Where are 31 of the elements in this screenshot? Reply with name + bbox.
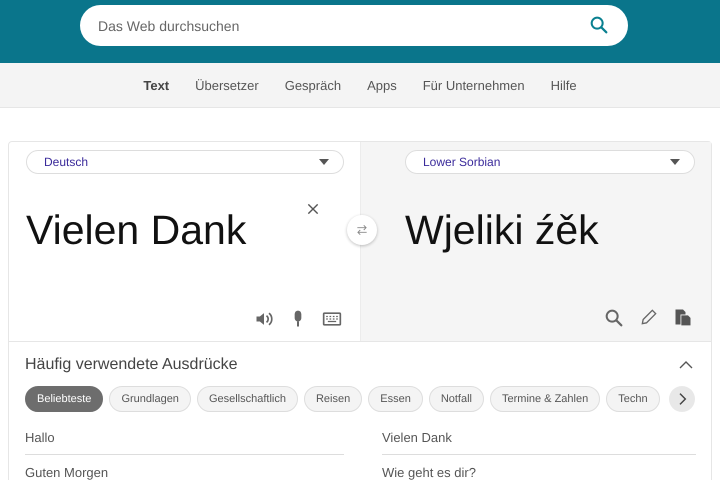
dropdown-caret-icon	[319, 159, 329, 165]
clear-icon[interactable]	[306, 202, 320, 216]
phrase-item[interactable]: Vielen Dank	[382, 420, 696, 455]
category-chip[interactable]: Techn	[606, 386, 660, 412]
phrase-item[interactable]: Hallo	[25, 420, 344, 455]
search-icon[interactable]	[603, 307, 625, 329]
source-text[interactable]: Vielen Dank	[26, 206, 344, 309]
nav-tab[interactable]: Text	[130, 78, 182, 92]
category-chip[interactable]: Termine & Zahlen	[490, 386, 600, 412]
category-chip[interactable]: Gesellschaftlich	[196, 386, 298, 412]
search-icon[interactable]	[588, 14, 610, 36]
nav-tab[interactable]: Hilfe	[538, 78, 590, 92]
category-chip[interactable]: Grundlagen	[109, 386, 191, 412]
category-chip[interactable]: Notfall	[428, 386, 484, 412]
search-field[interactable]: Das Web durchsuchen	[80, 5, 628, 46]
nav-tab[interactable]: Übersetzer	[182, 78, 272, 92]
language-dropdown[interactable]: Lower Sorbian	[405, 150, 695, 174]
target-text: Wjeliki źěk	[405, 206, 600, 255]
swap-icon	[355, 223, 369, 237]
language-dropdown[interactable]: Deutsch	[26, 150, 344, 174]
nav-tab[interactable]: Gespräch	[272, 78, 354, 92]
phrase-item[interactable]: Guten Morgen	[25, 455, 344, 480]
category-chip[interactable]: Essen	[368, 386, 423, 412]
section-title: Häufig verwendete Ausdrücke	[25, 356, 238, 374]
category-chip[interactable]: Reisen	[304, 386, 362, 412]
dropdown-caret-icon	[670, 159, 680, 165]
category-chip[interactable]: Beliebteste	[25, 386, 104, 412]
phrase-item[interactable]: Wie geht es dir?	[382, 455, 696, 480]
nav-tab[interactable]: Für Unternehmen	[410, 78, 538, 92]
nav-tab[interactable]: Apps	[354, 78, 410, 92]
next-button[interactable]	[669, 386, 695, 412]
